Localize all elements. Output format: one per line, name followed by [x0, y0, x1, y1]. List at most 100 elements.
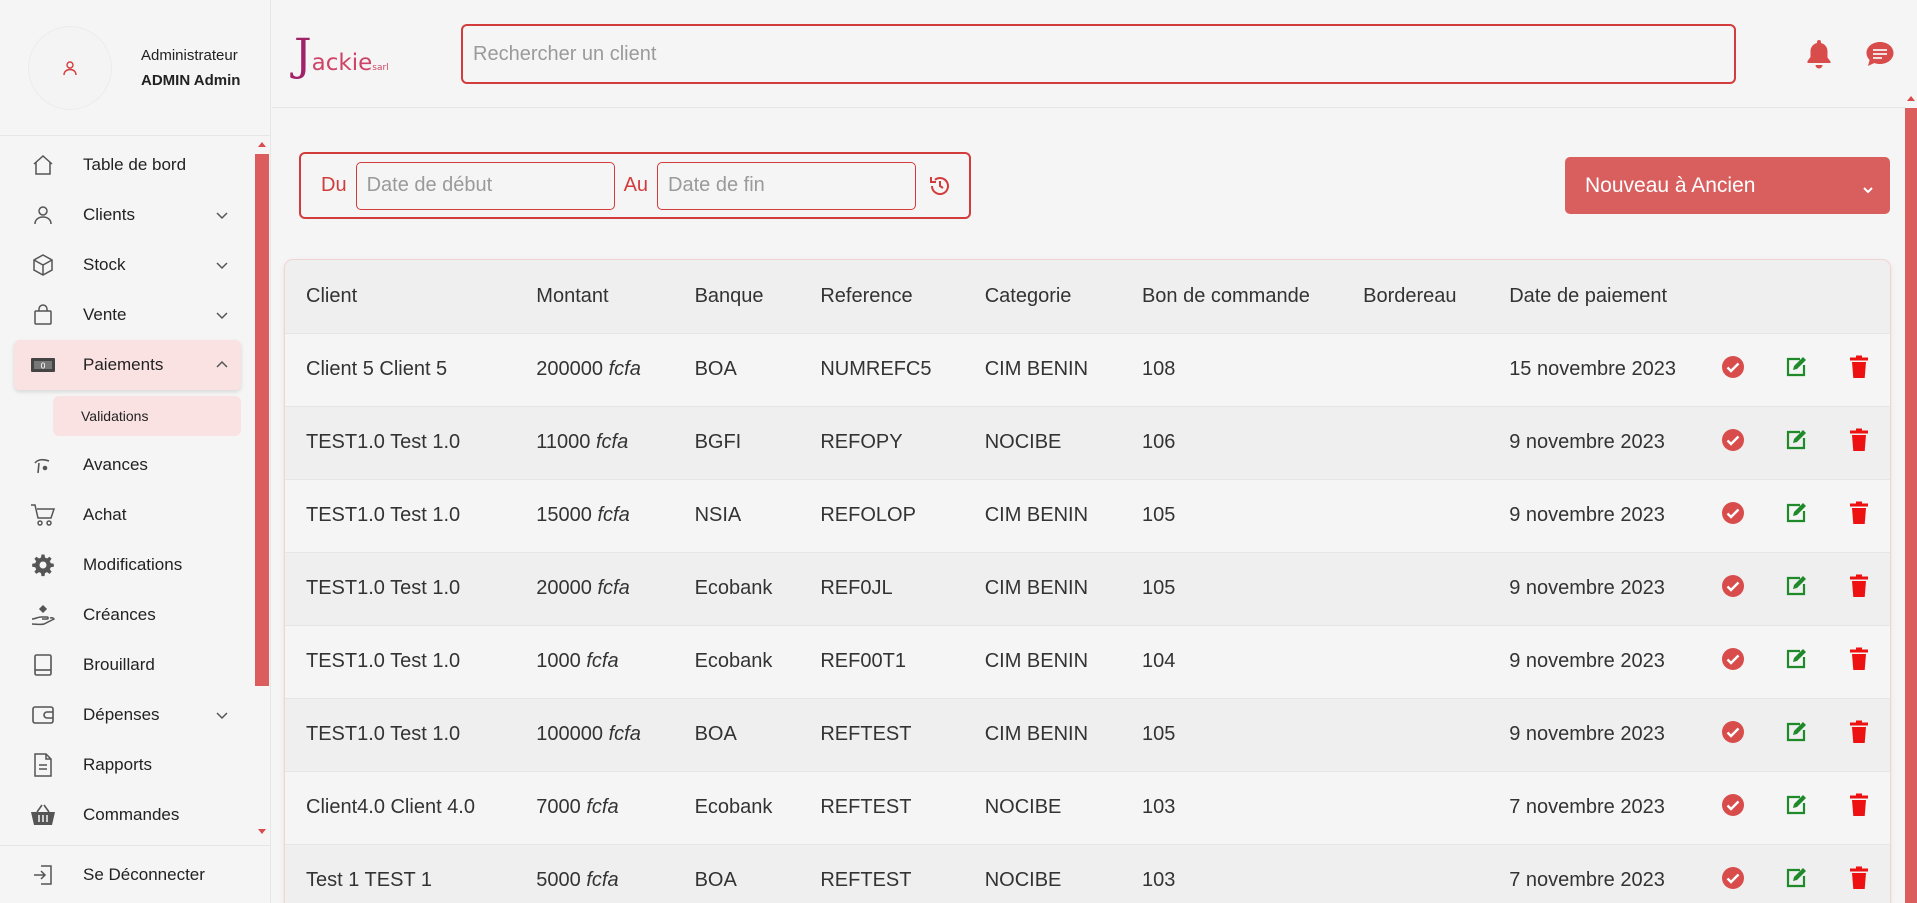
cell-banque: BOA	[673, 843, 800, 903]
sidebar-item-brouillard[interactable]: Brouillard	[14, 640, 241, 690]
sidebar-item-label: Rapports	[83, 755, 152, 774]
edit-button[interactable]	[1764, 624, 1828, 698]
validate-button[interactable]	[1701, 624, 1765, 698]
delete-button[interactable]	[1827, 332, 1890, 406]
edit-button[interactable]	[1764, 405, 1828, 479]
chat-icon[interactable]	[1865, 40, 1895, 73]
edit-button[interactable]	[1764, 843, 1828, 903]
edit-icon	[1785, 575, 1807, 602]
delete-button[interactable]	[1827, 405, 1890, 479]
validate-button[interactable]	[1701, 405, 1765, 479]
column-header-bon-de-commande[interactable]: Bon de commande	[1120, 260, 1343, 333]
edit-icon	[1785, 429, 1807, 456]
delete-button[interactable]	[1827, 551, 1890, 625]
sort-selected-label: Nouveau à Ancien	[1585, 173, 1756, 197]
cell-reference: REF0JL	[799, 551, 964, 625]
column-header-date-de-paiement[interactable]: Date de paiement	[1488, 260, 1702, 333]
scroll-up-arrow-icon[interactable]	[1907, 96, 1915, 101]
table-row[interactable]: Client4.0 Client 4.0 7000 fcfa Ecobank REFT…	[285, 770, 1890, 844]
top-header: Jackiesarl	[272, 0, 1905, 108]
table-row[interactable]: TEST1.0 Test 1.0 15000 fcfa NSIA REFOLOP CIM…	[285, 478, 1890, 552]
main-scrollbar-track[interactable]	[1905, 0, 1917, 108]
avatar[interactable]	[29, 26, 111, 109]
table-row[interactable]: Client 5 Client 5 200000 fcfa BOA NUMREFC5 C…	[285, 332, 1890, 406]
column-header-banque[interactable]: Banque	[673, 260, 800, 333]
validate-button[interactable]	[1701, 551, 1765, 625]
sidebar-item-vente[interactable]: Vente	[14, 290, 241, 340]
validate-button[interactable]	[1701, 332, 1765, 406]
edit-button[interactable]	[1764, 478, 1828, 552]
scroll-down-arrow-icon[interactable]	[258, 829, 266, 834]
main-scrollbar-thumb[interactable]	[1905, 108, 1917, 903]
sidebar-item-label: Table de bord	[83, 155, 187, 174]
sidebar-item-rapports[interactable]: Rapports	[14, 740, 241, 790]
cell-bordereau	[1342, 551, 1489, 625]
edit-icon	[1785, 648, 1807, 675]
check-circle-icon	[1721, 866, 1745, 895]
cell-banque: BGFI	[673, 405, 800, 479]
start-date-input[interactable]	[355, 161, 615, 210]
cell-montant: 1000 fcfa	[515, 624, 674, 698]
sort-select[interactable]: Nouveau à Ancien	[1565, 157, 1890, 214]
cell-categorie: CIM BENIN	[963, 697, 1121, 771]
sidebar-scrollbar-thumb[interactable]	[255, 154, 269, 686]
sidebar-item-label: Paiements	[83, 355, 164, 374]
column-header-bordereau[interactable]: Bordereau	[1342, 260, 1489, 333]
validate-button[interactable]	[1701, 697, 1765, 771]
column-header-reference[interactable]: Reference	[799, 260, 964, 333]
history-reset-icon[interactable]	[929, 175, 951, 202]
sidebar-item-avances[interactable]: Avances	[14, 440, 241, 490]
amount-unit: fcfa	[586, 796, 619, 818]
table-row[interactable]: TEST1.0 Test 1.0 11000 fcfa BGFI REFOPY NOCI…	[285, 405, 1890, 479]
validate-button[interactable]	[1701, 770, 1765, 844]
sidebar-item-achat[interactable]: Achat	[14, 490, 241, 540]
bell-icon[interactable]	[1805, 38, 1833, 75]
brand-logo[interactable]: Jackiesarl	[294, 34, 389, 78]
book-icon	[28, 653, 58, 677]
box-icon	[28, 253, 58, 277]
delete-button[interactable]	[1827, 697, 1890, 771]
sidebar-item-paiements[interactable]: 0 Paiements	[14, 340, 241, 390]
edit-button[interactable]	[1764, 332, 1828, 406]
column-header-categorie[interactable]: Categorie	[963, 260, 1121, 333]
cell-bordereau	[1342, 405, 1489, 479]
column-header-client[interactable]: Client	[285, 260, 516, 333]
chevron-down-icon	[215, 257, 229, 277]
table-row[interactable]: TEST1.0 Test 1.0 1000 fcfa Ecobank REF00T1 C…	[285, 624, 1890, 698]
cell-montant: 11000 fcfa	[515, 405, 674, 479]
sidebar-item-modifications[interactable]: Modifications	[14, 540, 241, 590]
logout-button[interactable]: Se Déconnecter	[0, 845, 271, 903]
validate-button[interactable]	[1701, 843, 1765, 903]
scroll-up-arrow-icon[interactable]	[258, 142, 266, 147]
trash-icon	[1849, 355, 1869, 384]
submenu-item-validations[interactable]: Validations	[53, 396, 241, 436]
cell-reference: REF00T1	[799, 624, 964, 698]
delete-button[interactable]	[1827, 624, 1890, 698]
search-input[interactable]	[461, 24, 1736, 84]
hand-give-icon	[28, 603, 58, 627]
end-date-input[interactable]	[657, 161, 917, 210]
cell-client: TEST1.0 Test 1.0	[285, 624, 516, 698]
edit-button[interactable]	[1764, 697, 1828, 771]
cell-categorie: CIM BENIN	[963, 551, 1121, 625]
validate-button[interactable]	[1701, 478, 1765, 552]
table-row[interactable]: TEST1.0 Test 1.0 20000 fcfa Ecobank REF0JL C…	[285, 551, 1890, 625]
cell-banque: NSIA	[673, 478, 800, 552]
column-header-montant[interactable]: Montant	[515, 260, 674, 333]
sidebar-item-table-de-bord[interactable]: Table de bord	[14, 140, 241, 190]
edit-button[interactable]	[1764, 770, 1828, 844]
sidebar-item-clients[interactable]: Clients	[14, 190, 241, 240]
table-row[interactable]: Test 1 TEST 1 5000 fcfa BOA REFTEST NOCIBE 10…	[285, 843, 1890, 903]
edit-icon	[1785, 502, 1807, 529]
sidebar-item-depenses[interactable]: Dépenses	[14, 690, 241, 740]
delete-button[interactable]	[1827, 843, 1890, 903]
delete-button[interactable]	[1827, 478, 1890, 552]
edit-button[interactable]	[1764, 551, 1828, 625]
sidebar-item-stock[interactable]: Stock	[14, 240, 241, 290]
cell-bordereau	[1342, 843, 1489, 903]
sidebar-item-creances[interactable]: Créances	[14, 590, 241, 640]
cell-client: Test 1 TEST 1	[285, 843, 516, 903]
table-row[interactable]: TEST1.0 Test 1.0 100000 fcfa BOA REFTEST CIM…	[285, 697, 1890, 771]
sidebar-item-commandes[interactable]: Commandes	[14, 790, 241, 840]
delete-button[interactable]	[1827, 770, 1890, 844]
